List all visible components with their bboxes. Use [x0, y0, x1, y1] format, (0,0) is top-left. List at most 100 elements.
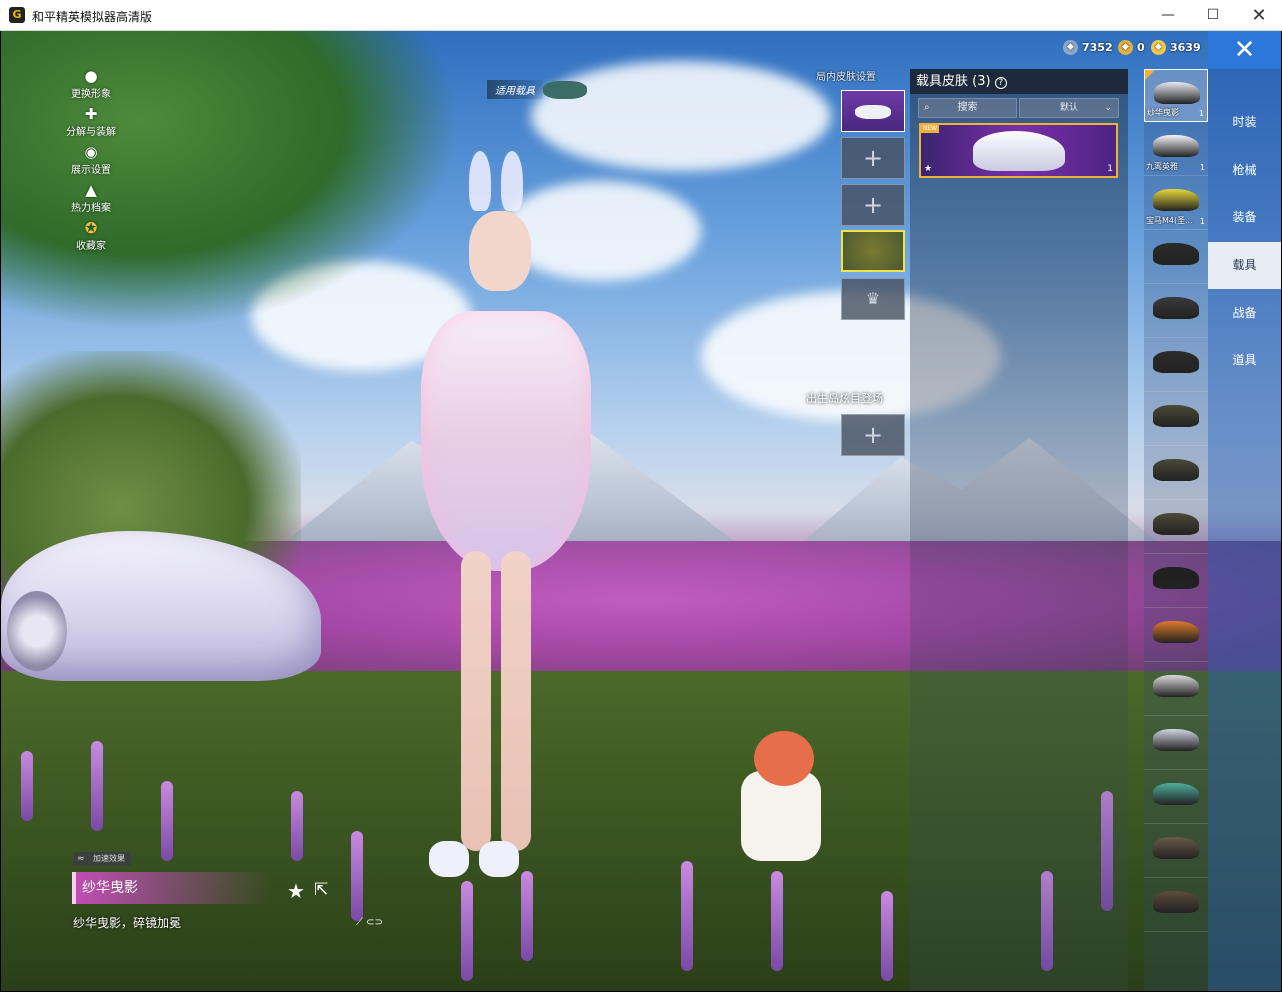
- vehicle-list-item[interactable]: [1144, 393, 1208, 446]
- new-badge: NEW: [921, 125, 939, 133]
- skin-card-selected[interactable]: NEW ★ 1: [919, 123, 1118, 178]
- collector-badge-icon: ✪: [84, 219, 98, 237]
- vehicle-list-item[interactable]: [1144, 231, 1208, 284]
- vehicle-thumbnail: [1153, 351, 1199, 373]
- left-menu: ● 更换形象 ✚ 分解与装解 ◉ 展示设置 ▲ 热力档案 ✪ 收藏家: [56, 67, 126, 257]
- flame-icon: ▲: [85, 181, 97, 199]
- flower: [681, 861, 693, 971]
- car-icon: [543, 81, 587, 99]
- pet-model: [726, 731, 826, 871]
- vehicle-list-item[interactable]: [1144, 339, 1208, 392]
- vehicle-count: 1: [1199, 217, 1205, 226]
- vehicle-thumbnail: [1153, 783, 1199, 805]
- vehicle-list-item[interactable]: 宝马M4(圣... 1: [1144, 177, 1208, 230]
- menu-display-settings[interactable]: ◉ 展示设置: [56, 143, 126, 181]
- close-icon[interactable]: ✕: [1208, 31, 1281, 69]
- vehicle-skin-panel: 载具皮肤 (3) ? ⌕ 搜索 默认 ⌄ NEW ★ 1: [910, 69, 1128, 991]
- flower: [161, 781, 173, 861]
- menu-decompose[interactable]: ✚ 分解与装解: [56, 105, 126, 143]
- vehicle-thumbnail: [1153, 243, 1199, 265]
- window-title: 和平精英模拟器高清版: [32, 10, 153, 24]
- flower: [291, 791, 303, 861]
- currency-gold: ◆ 0: [1118, 40, 1145, 55]
- skin-slot-effect[interactable]: [841, 230, 905, 272]
- flower: [881, 891, 893, 981]
- currency-coupon: ◆ 3639: [1151, 40, 1201, 55]
- flower: [21, 751, 33, 821]
- character-leg: [461, 551, 491, 851]
- share-icon[interactable]: ⇱: [314, 880, 328, 900]
- apply-vehicle-label: 适用载具: [487, 80, 543, 99]
- person-icon: ●: [84, 67, 98, 85]
- vehicle-thumbnail: [1153, 621, 1199, 643]
- vehicle-list-item[interactable]: [1144, 555, 1208, 608]
- vehicle-thumbnail: [1153, 297, 1199, 319]
- skin-slot-crown[interactable]: ♛: [841, 278, 905, 320]
- vehicle-list-item[interactable]: [1144, 825, 1208, 878]
- vehicle-count: 1: [1199, 163, 1205, 172]
- favorite-star-icon[interactable]: ★: [287, 879, 305, 903]
- spawn-entrance-title: 出生岛炫目登场: [806, 392, 883, 405]
- tab-category[interactable]: 装备: [1208, 194, 1281, 241]
- character-shoe: [429, 841, 469, 877]
- vehicle-list: 纱华曳影 1 九鸾英雅 1 宝马M4(圣... 1: [1144, 69, 1208, 991]
- search-input[interactable]: ⌕ 搜索: [918, 98, 1017, 118]
- game-viewport: ● 更换形象 ✚ 分解与装解 ◉ 展示设置 ▲ 热力档案 ✪ 收藏家 适用载具 …: [1, 31, 1281, 991]
- app-icon: G: [9, 7, 25, 23]
- maximize-button[interactable]: ☐: [1190, 0, 1236, 31]
- close-window-button[interactable]: ✕: [1236, 0, 1282, 31]
- vehicle-list-item[interactable]: [1144, 771, 1208, 824]
- tab-category[interactable]: 战备: [1208, 290, 1281, 337]
- vehicle-name: 宝马M4(圣...: [1146, 216, 1193, 225]
- vehicle-wheel: [7, 591, 67, 671]
- skin-slot-empty[interactable]: +: [841, 137, 905, 179]
- coin-icon: ◆: [1063, 40, 1078, 55]
- selected-skin-description: 纱华曳影，碎镜加冕: [73, 916, 182, 930]
- coin-icon: ◆: [1118, 40, 1133, 55]
- tab-category[interactable]: 道具: [1208, 337, 1281, 384]
- vehicle-name: 九鸾英雅: [1146, 162, 1178, 171]
- tab-category[interactable]: 载具: [1208, 242, 1281, 289]
- puzzle-icon: ✚: [84, 105, 98, 123]
- character-head: [469, 211, 531, 291]
- minimize-button[interactable]: —: [1145, 0, 1191, 31]
- vehicle-list-item[interactable]: 九鸾英雅 1: [1144, 123, 1208, 176]
- vehicle-list-item[interactable]: [1144, 879, 1208, 932]
- vehicle-list-item[interactable]: [1144, 663, 1208, 716]
- sort-dropdown[interactable]: 默认 ⌄: [1019, 98, 1119, 118]
- flower: [91, 741, 103, 831]
- vehicle-thumbnail: [1153, 567, 1199, 589]
- spawn-slot-empty[interactable]: +: [841, 414, 905, 456]
- car-image: [973, 131, 1065, 171]
- bunny-ear: [469, 151, 491, 211]
- skin-slot-empty[interactable]: +: [841, 184, 905, 226]
- vehicle-list-item[interactable]: [1144, 447, 1208, 500]
- speed-effect-tag: ≈ 加速效果: [73, 852, 131, 866]
- menu-change-appearance[interactable]: ● 更换形象: [56, 67, 126, 105]
- vehicle-name: 纱华曳影: [1147, 108, 1179, 117]
- vehicle-list-item[interactable]: [1144, 609, 1208, 662]
- vehicle-thumbnail: [1153, 459, 1199, 481]
- coin-icon: ◆: [1151, 40, 1166, 55]
- vehicle-list-item[interactable]: 纱华曳影 1: [1144, 69, 1208, 122]
- menu-heat-archive[interactable]: ▲ 热力档案: [56, 181, 126, 219]
- vehicle-list-item[interactable]: [1144, 717, 1208, 770]
- star-icon: ★: [924, 164, 933, 174]
- vehicle-thumbnail: [1153, 729, 1199, 751]
- search-icon: ⌕: [924, 102, 930, 113]
- character-model: [401, 151, 611, 881]
- character-leg: [501, 551, 531, 851]
- help-icon[interactable]: ?: [994, 77, 1007, 89]
- tab-category[interactable]: 时装: [1208, 99, 1281, 146]
- in-game-skin-settings-title: 局内皮肤设置: [816, 72, 876, 83]
- vehicle-list-item[interactable]: [1144, 285, 1208, 338]
- skin-slot-vehicle[interactable]: [841, 90, 905, 132]
- window-titlebar: G 和平精英模拟器高清版 — ☐ ✕: [0, 0, 1282, 31]
- skin-count: 1: [1107, 164, 1113, 174]
- vehicle-count: 1: [1198, 109, 1204, 118]
- menu-collector[interactable]: ✪ 收藏家: [56, 219, 126, 257]
- skin-panel-header: 载具皮肤 (3) ?: [910, 69, 1128, 94]
- pet-shell: [754, 731, 814, 786]
- vehicle-list-item[interactable]: [1144, 501, 1208, 554]
- tab-category[interactable]: 枪械: [1208, 147, 1281, 194]
